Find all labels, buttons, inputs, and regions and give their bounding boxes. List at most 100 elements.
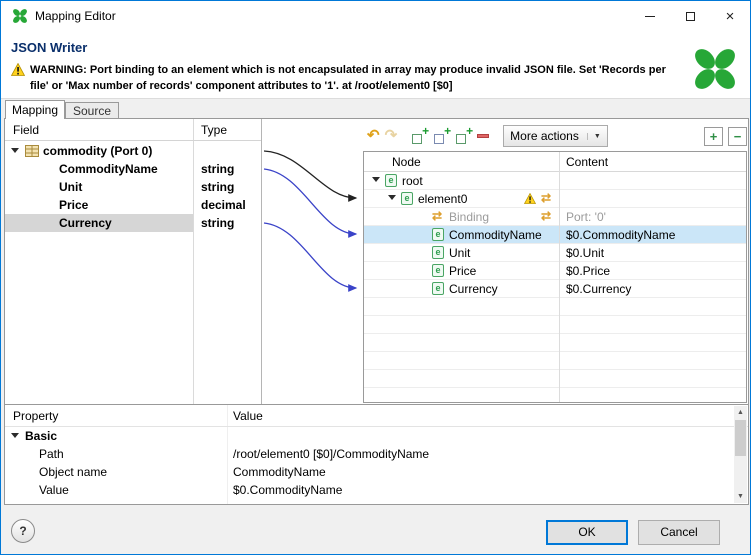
binding-swap-icon: ⇄: [541, 209, 552, 223]
mapping-arrows: [263, 150, 358, 292]
tree-node-label: Unit: [449, 246, 471, 260]
field-name: Price: [59, 198, 89, 212]
tree-row-empty: [364, 352, 746, 370]
tree-row-unit[interactable]: e Unit $0.Unit: [364, 244, 746, 262]
mapping-arrow-commodityname: [263, 168, 358, 238]
warning-icon: [10, 62, 26, 79]
tree-row-currency[interactable]: e Currency $0.Currency: [364, 280, 746, 298]
tree-row-empty: [364, 334, 746, 352]
minimize-button[interactable]: [630, 1, 670, 31]
more-actions-button[interactable]: More actions ▼: [503, 125, 608, 147]
fields-table-header: Field Type: [5, 119, 261, 141]
tree-node-label: Price: [449, 264, 477, 278]
property-name: Value: [39, 483, 69, 497]
json-structure-tree: Node Content e root e element0 ⇄ ⇄ Bindi: [363, 151, 747, 403]
minimize-icon: [645, 15, 655, 17]
scroll-up-arrow-icon[interactable]: ▲: [734, 406, 747, 419]
element-icon: e: [432, 228, 444, 241]
tree-node-content: Port: '0': [566, 210, 606, 224]
tree-row-empty: [364, 388, 746, 402]
tree-header: Node Content: [364, 152, 746, 172]
tree-row-empty: [364, 370, 746, 388]
properties-scrollbar[interactable]: ▲ ▼: [734, 406, 747, 503]
column-header-content: Content: [566, 155, 609, 169]
cancel-button[interactable]: Cancel: [638, 520, 720, 545]
tree-node-content: $0.CommodityName: [566, 228, 676, 242]
tree-node-content: $0.Currency: [566, 282, 632, 296]
field-root-row[interactable]: commodity (Port 0): [5, 142, 261, 160]
property-name: Object name: [39, 465, 108, 479]
collapse-all-button[interactable]: −: [728, 126, 747, 146]
warning-text: WARNING: Port binding to an element whic…: [30, 64, 666, 92]
field-row[interactable]: Unit string: [5, 178, 261, 196]
scroll-down-arrow-icon[interactable]: ▼: [734, 490, 747, 503]
tree-node-label: element0: [418, 192, 468, 206]
tree-row-price[interactable]: e Price $0.Price: [364, 262, 746, 280]
maximize-button[interactable]: [670, 1, 710, 31]
mapping-arrow-root: [263, 150, 358, 202]
titlebar: Mapping Editor ×: [1, 1, 750, 31]
add-child-element-icon[interactable]: +: [411, 124, 429, 145]
element-icon: e: [432, 264, 444, 277]
property-group-basic[interactable]: Basic: [5, 427, 735, 445]
field-row[interactable]: CommodityName string: [5, 160, 261, 178]
column-header-node: Node: [392, 155, 421, 169]
tree-node-label: Currency: [449, 282, 498, 296]
property-value: CommodityName: [233, 465, 326, 479]
mapping-arrow-currency: [263, 222, 358, 292]
add-sibling-element-icon[interactable]: +: [433, 124, 451, 145]
collapse-chevron-icon[interactable]: [11, 433, 19, 438]
page-title: JSON Writer: [11, 40, 88, 55]
tree-row-empty: [364, 298, 746, 316]
field-name: Currency: [59, 216, 112, 230]
collapse-chevron-icon[interactable]: [372, 177, 380, 182]
remove-icon[interactable]: [477, 134, 490, 138]
tree-row-element0[interactable]: e element0 ⇄: [364, 190, 746, 208]
tree-node-content: $0.Price: [566, 264, 611, 278]
field-row-selected[interactable]: Currency string: [5, 214, 261, 232]
properties-header: Property Value: [5, 405, 748, 427]
field-type: string: [201, 180, 235, 194]
ok-button[interactable]: OK: [546, 520, 628, 545]
field-type: string: [201, 216, 235, 230]
warning-icon: [523, 192, 537, 207]
tab-mapping[interactable]: Mapping: [5, 100, 65, 119]
tree-row-root[interactable]: e root: [364, 172, 746, 190]
tab-source[interactable]: Source: [65, 102, 119, 119]
element-icon: e: [401, 192, 413, 205]
warning-message: WARNING: Port binding to an element whic…: [10, 62, 687, 94]
property-name: Path: [39, 447, 64, 461]
binding-swap-icon: ⇄: [432, 209, 443, 223]
expand-all-button[interactable]: +: [704, 126, 723, 146]
clover-logo: [692, 46, 738, 95]
property-value: $0.CommodityName: [233, 483, 343, 497]
scrollbar-thumb[interactable]: [735, 420, 746, 456]
property-row-object-name[interactable]: Object name CommodityName: [5, 463, 735, 481]
property-group-label: Basic: [25, 429, 58, 443]
redo-icon[interactable]: ↷: [385, 128, 398, 144]
field-type: decimal: [201, 198, 246, 212]
close-button[interactable]: ×: [710, 1, 750, 31]
collapse-chevron-icon[interactable]: [11, 148, 19, 153]
collapse-chevron-icon[interactable]: [388, 195, 396, 200]
window-controls: ×: [630, 1, 750, 31]
tree-row-commodityname[interactable]: e CommodityName $0.CommodityName: [364, 226, 746, 244]
close-icon: ×: [725, 7, 735, 25]
field-row[interactable]: Price decimal: [5, 196, 261, 214]
column-header-field: Field: [13, 123, 40, 137]
undo-icon[interactable]: ↶: [367, 128, 380, 144]
tree-node-label: CommodityName: [449, 228, 542, 242]
field-root-label: commodity (Port 0): [43, 144, 153, 158]
add-attribute-icon[interactable]: +: [455, 124, 473, 145]
dropdown-caret-icon: ▼: [586, 132, 601, 140]
tree-row-empty: [364, 316, 746, 334]
record-icon: [25, 145, 39, 160]
help-button[interactable]: ?: [11, 519, 35, 543]
tree-node-label: root: [402, 174, 423, 188]
property-row-value[interactable]: Value $0.CommodityName: [5, 481, 735, 499]
properties-panel: Property Value Basic Path /root/element0…: [4, 404, 749, 505]
field-type: string: [201, 162, 235, 176]
tree-row-binding[interactable]: ⇄ Binding ⇄ Port: '0': [364, 208, 746, 226]
property-row-path[interactable]: Path /root/element0 [$0]/CommodityName: [5, 445, 735, 463]
column-header-type: Type: [201, 123, 228, 137]
